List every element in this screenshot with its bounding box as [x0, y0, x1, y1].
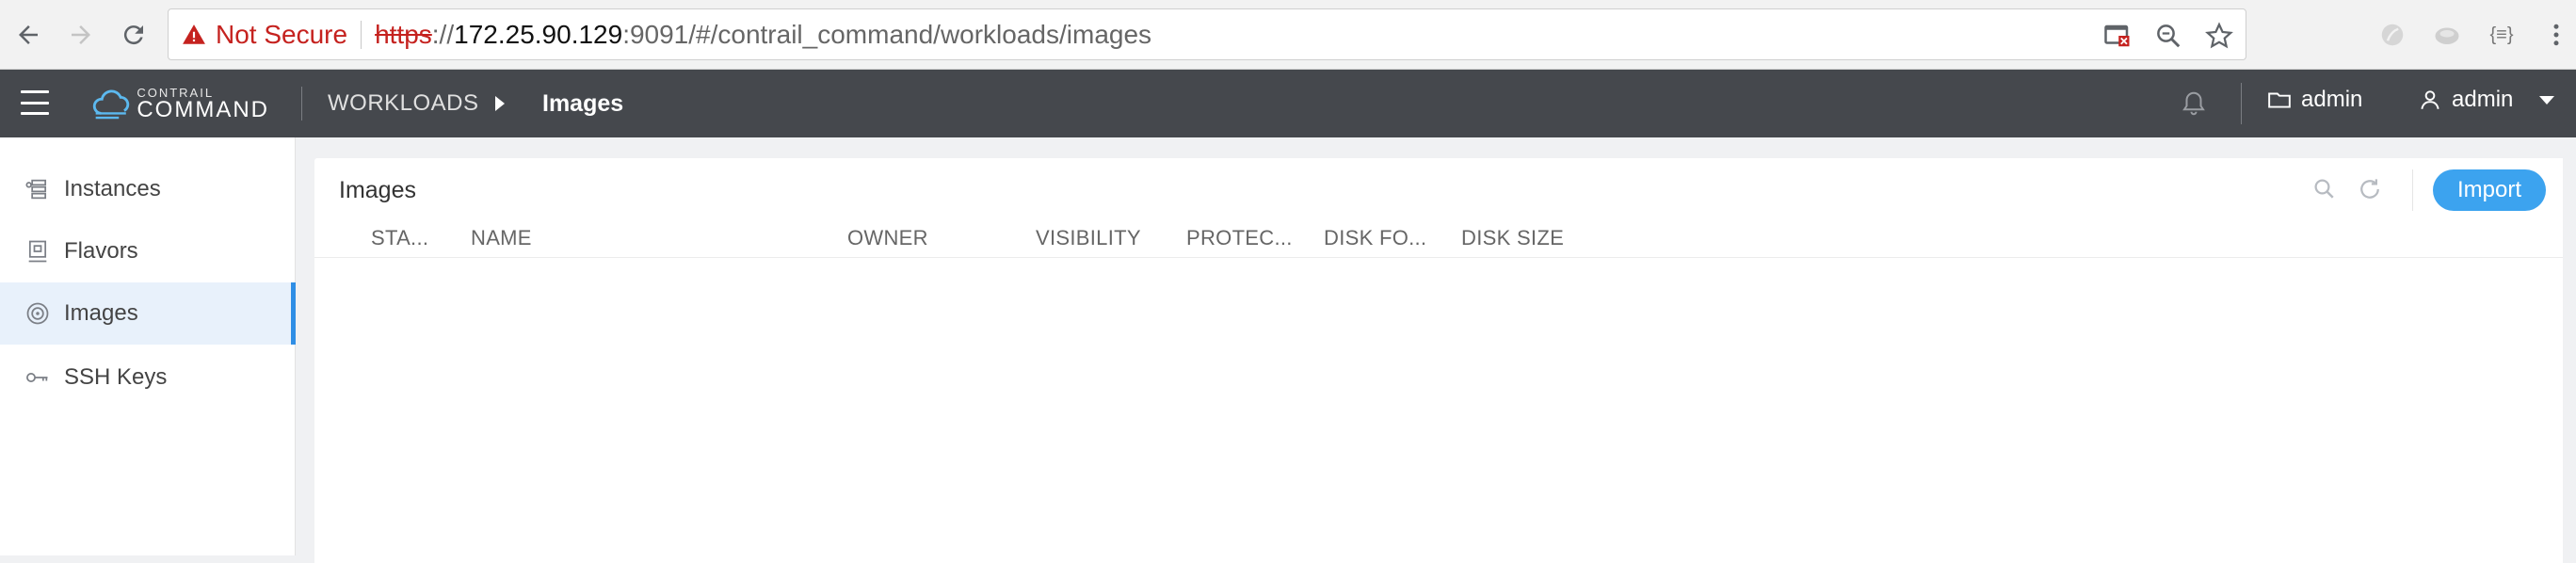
- bookmark-star-icon[interactable]: [2200, 17, 2238, 55]
- notification-bell-icon[interactable]: [2180, 88, 2208, 119]
- url-text[interactable]: https://172.25.90.129:9091/#/contrail_co…: [375, 20, 1151, 50]
- column-disk-format[interactable]: DISK FO...: [1324, 226, 1426, 250]
- url-separator: ://: [431, 19, 455, 49]
- sidebar-item-flavors[interactable]: Flavors: [0, 220, 296, 282]
- zoom-icon[interactable]: [2149, 17, 2187, 55]
- chevron-down-icon: [2539, 95, 2555, 105]
- cloud-logo-icon: [92, 89, 130, 120]
- column-visibility[interactable]: VISIBILITY: [1036, 226, 1141, 250]
- folder-icon: [2268, 92, 2291, 108]
- images-icon: [26, 302, 49, 325]
- browser-menu-icon[interactable]: [2538, 17, 2574, 53]
- user-menu[interactable]: admin: [2418, 87, 2555, 113]
- browser-toolbar: Not Secure https://172.25.90.129:9091/#/…: [0, 0, 2576, 70]
- extension-1-icon[interactable]: [2375, 17, 2410, 53]
- sidebar-item-ssh-keys[interactable]: SSH Keys: [0, 346, 296, 409]
- security-indicator[interactable]: Not Secure: [182, 20, 347, 50]
- reload-button[interactable]: [109, 10, 158, 59]
- sidebar-item-images[interactable]: Images: [0, 282, 296, 345]
- user-icon: [2421, 90, 2439, 109]
- url-host: 172.25.90.129: [454, 19, 623, 49]
- project-name: admin: [2301, 87, 2363, 112]
- hamburger-menu-icon[interactable]: [21, 90, 49, 115]
- column-status[interactable]: STA...: [371, 226, 428, 250]
- forward-button[interactable]: [56, 10, 105, 59]
- import-button[interactable]: Import: [2433, 169, 2546, 211]
- url-scheme: https: [375, 19, 432, 49]
- sidebar-item-label: SSH Keys: [64, 364, 168, 390]
- logo-text-bottom: COMMAND: [137, 96, 269, 122]
- header-divider-right: [2241, 83, 2242, 124]
- page-title: Images: [339, 177, 416, 203]
- popup-blocked-icon[interactable]: [2099, 17, 2136, 55]
- warning-icon: [183, 24, 205, 44]
- images-panel: Images Import STA... NAME OWNER VISIBILI…: [314, 158, 2563, 563]
- contrail-command-logo[interactable]: CONTRAIL COMMAND: [90, 85, 269, 122]
- table-header: STA... NAME OWNER VISIBILITY PROTEC... D…: [314, 224, 2563, 258]
- json-viewer-extension-icon[interactable]: {≡}: [2484, 17, 2520, 53]
- extension-2-icon[interactable]: [2429, 17, 2465, 53]
- search-icon[interactable]: [2310, 175, 2339, 203]
- back-button[interactable]: [4, 10, 53, 59]
- sidebar-item-label: Flavors: [64, 238, 138, 264]
- instances-icon: [25, 179, 47, 200]
- flavors-icon: [28, 240, 47, 263]
- reload-icon: [123, 25, 143, 45]
- address-bar[interactable]: Not Secure https://172.25.90.129:9091/#/…: [168, 8, 2246, 60]
- sidebar: Instances Flavors Images SSH Keys: [0, 137, 296, 555]
- sidebar-item-instances[interactable]: Instances: [0, 158, 296, 220]
- breadcrumb-current: Images: [542, 90, 624, 117]
- header-divider: [301, 87, 302, 121]
- omnibox-divider: [361, 20, 362, 49]
- column-owner[interactable]: OWNER: [847, 226, 928, 250]
- breadcrumb-arrow-icon: [495, 96, 505, 111]
- column-disk-size[interactable]: DISK SIZE: [1461, 226, 1564, 250]
- key-icon: [26, 373, 48, 382]
- back-arrow-icon: [19, 25, 38, 44]
- toolbar-divider: [2412, 169, 2413, 211]
- breadcrumb-workloads[interactable]: WORKLOADS: [328, 90, 479, 117]
- column-protected[interactable]: PROTEC...: [1186, 226, 1293, 250]
- column-name[interactable]: NAME: [471, 226, 532, 250]
- app-header: CONTRAIL COMMAND WORKLOADS Images admin …: [0, 70, 2576, 137]
- sidebar-item-label: Instances: [64, 176, 161, 201]
- refresh-icon[interactable]: [2356, 175, 2384, 203]
- user-name: admin: [2452, 87, 2514, 112]
- url-path: :9091/#/contrail_command/workloads/image…: [622, 19, 1152, 49]
- forward-arrow-icon: [72, 25, 90, 44]
- sidebar-item-label: Images: [64, 300, 138, 326]
- security-label: Not Secure: [216, 19, 348, 49]
- project-selector[interactable]: admin: [2267, 87, 2362, 113]
